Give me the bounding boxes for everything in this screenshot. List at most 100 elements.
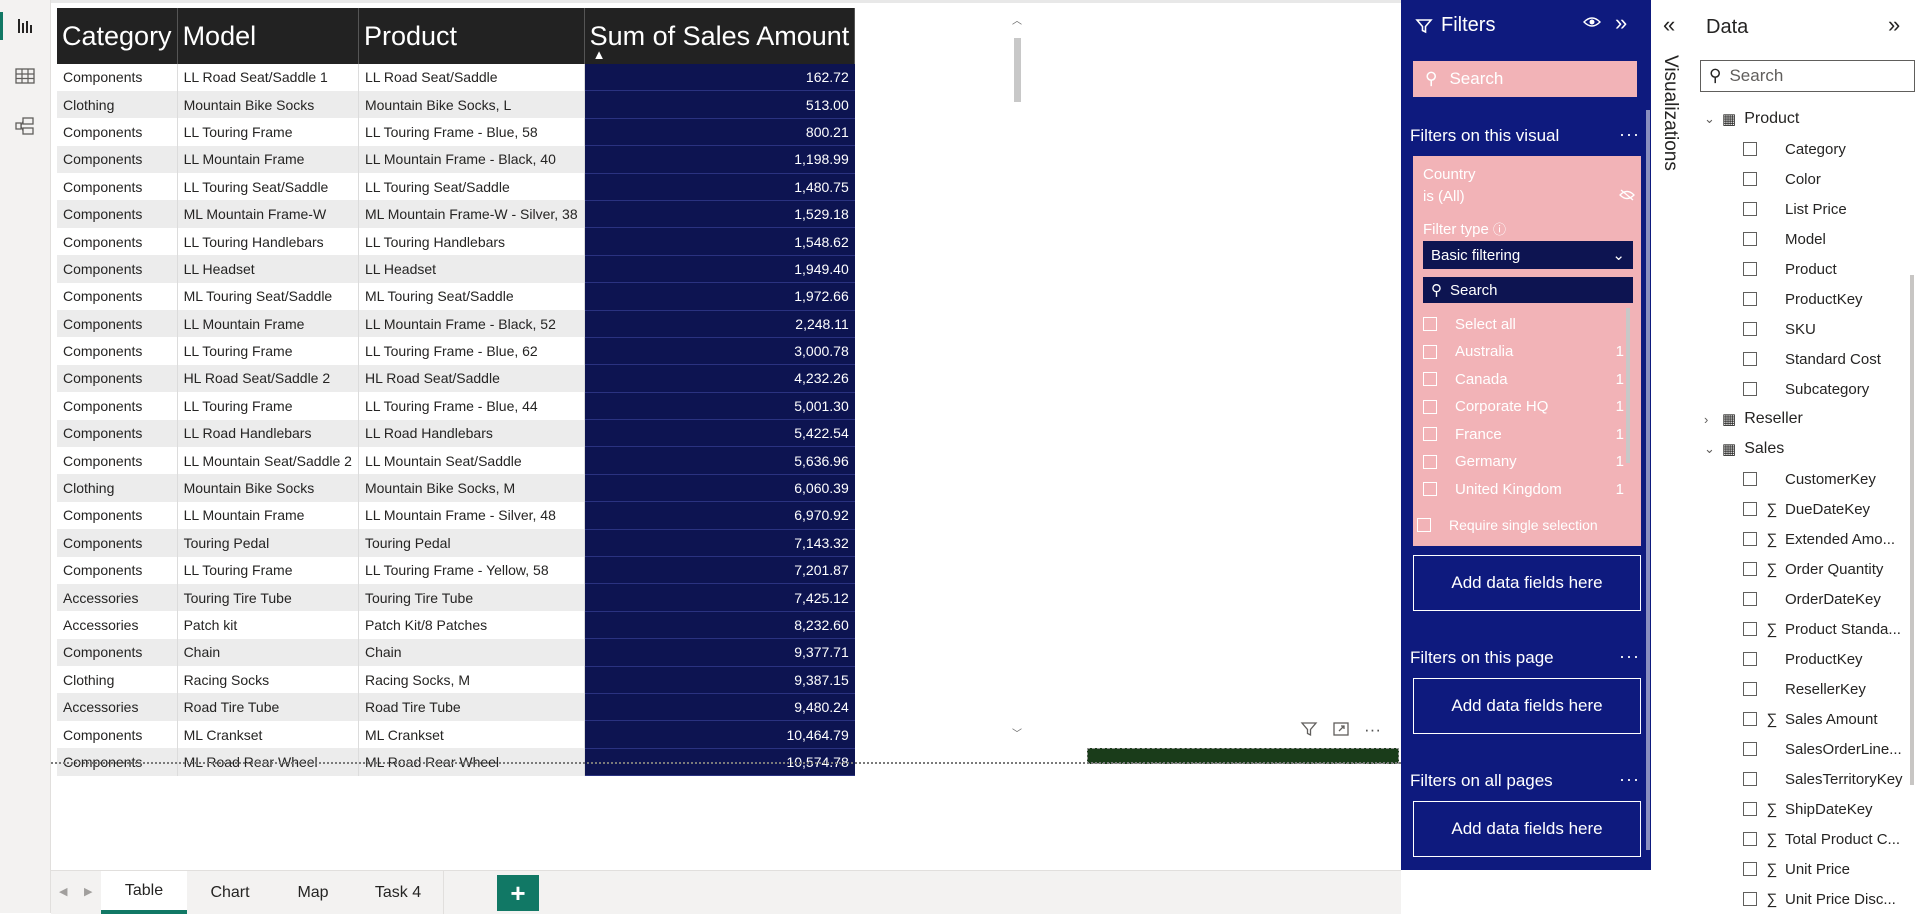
require-single-selection-checkbox[interactable]: Require single selection [1417, 513, 1617, 537]
table-row[interactable]: Clothing Racing Socks Racing Socks, M 9,387… [57, 666, 855, 694]
country-filter-card[interactable]: Country is (All) Filter type ⓘ Basic fil… [1413, 156, 1641, 546]
filter-icon[interactable] [1300, 720, 1318, 743]
collapse-data-icon[interactable]: » [1888, 12, 1900, 38]
data-field[interactable]: Color [1743, 168, 1821, 190]
table-row[interactable]: Components LL Mountain Frame LL Mountain F… [57, 145, 855, 174]
data-table-node[interactable]: ⌄ ▦ Product [1704, 108, 1799, 130]
page-tab-map[interactable]: Map [273, 871, 354, 914]
column-header-sum-of-sales-amount[interactable]: Sum of Sales Amount ▲ [584, 8, 856, 64]
checkbox[interactable] [1743, 232, 1757, 246]
data-field[interactable]: ∑ DueDateKey [1743, 498, 1870, 520]
data-field[interactable]: ∑ Product Standa... [1743, 618, 1901, 640]
checkbox[interactable] [1743, 862, 1757, 876]
scroll-tabs-left-icon[interactable]: ◀ [59, 885, 67, 898]
model-view-button[interactable] [0, 106, 50, 146]
focus-mode-icon[interactable] [1332, 720, 1350, 743]
data-field[interactable]: Model [1743, 228, 1826, 250]
table-row[interactable]: Components LL Mountain Frame LL Mountain F… [57, 310, 855, 338]
table-view-button[interactable] [0, 56, 50, 96]
checkbox[interactable] [1743, 202, 1757, 216]
checkbox[interactable] [1743, 712, 1757, 726]
data-field[interactable]: Subcategory [1743, 378, 1869, 400]
table-row[interactable]: Components LL Touring Frame LL Touring Fra… [57, 556, 855, 585]
data-field[interactable]: CustomerKey [1743, 468, 1876, 490]
data-field[interactable]: SalesTerritoryKey [1743, 768, 1903, 790]
data-field[interactable]: SalesOrderLine... [1743, 738, 1902, 760]
checkbox[interactable] [1743, 262, 1757, 276]
expand-visualizations-icon[interactable]: « [1663, 12, 1675, 38]
filter-item[interactable]: Select all [1423, 312, 1623, 336]
data-search-input[interactable]: ⚲ Search [1700, 60, 1915, 92]
table-row[interactable]: Components LL Mountain Seat/Saddle 2 LL Mo… [57, 446, 855, 475]
table-row[interactable]: Components LL Touring Handlebars LL Tourin… [57, 227, 855, 256]
data-field[interactable]: Product [1743, 258, 1837, 280]
data-field[interactable]: ProductKey [1743, 288, 1863, 310]
checkbox[interactable] [1743, 892, 1757, 906]
chevron-down-icon[interactable]: ⌄ [1704, 111, 1722, 127]
table-row[interactable]: Components LL Mountain Frame LL Mountain F… [57, 501, 855, 530]
table-row[interactable]: Components Touring Pedal Touring Pedal 7,14… [57, 529, 855, 558]
column-header-product[interactable]: Product [358, 8, 585, 64]
checkbox[interactable] [1743, 772, 1757, 786]
data-field[interactable]: ∑ ShipDateKey [1743, 798, 1873, 820]
report-view-button[interactable] [0, 6, 50, 46]
table-row[interactable]: Components LL Headset LL Headset 1,949.40 [57, 255, 855, 284]
checkbox[interactable] [1743, 682, 1757, 696]
table-vertical-scroll-thumb[interactable] [1014, 38, 1021, 102]
data-pane-scrollbar[interactable] [1910, 275, 1914, 785]
add-data-fields-page[interactable]: Add data fields here [1413, 678, 1641, 734]
data-field[interactable]: ResellerKey [1743, 678, 1866, 700]
chevron-down-icon[interactable]: ⌄ [1704, 441, 1722, 457]
filter-item[interactable]: United Kingdom 1 [1423, 477, 1624, 501]
table-row[interactable]: Components Chain Chain 9,377.71 [57, 638, 855, 667]
scroll-up-icon[interactable]: ︿ [1012, 12, 1022, 27]
visualizations-label[interactable]: Visualizations [1659, 55, 1681, 171]
data-field[interactable]: ∑ Extended Amo... [1743, 528, 1895, 550]
table-row[interactable]: Components LL Touring Frame LL Touring Fra… [57, 118, 855, 147]
data-field[interactable]: SKU [1743, 318, 1816, 340]
data-field[interactable]: List Price [1743, 198, 1847, 220]
filter-item[interactable]: Corporate HQ 1 [1423, 395, 1624, 419]
table-row[interactable]: Accessories Road Tire Tube Road Tire Tube 9… [57, 693, 855, 722]
filters-on-page-more-icon[interactable]: ··· [1619, 646, 1640, 667]
chevron-right-icon[interactable]: › [1704, 412, 1722, 427]
add-data-fields-visual[interactable]: Add data fields here [1413, 555, 1641, 611]
data-field[interactable]: Standard Cost [1743, 348, 1881, 370]
eye-icon[interactable] [1583, 14, 1601, 34]
checkbox[interactable] [1743, 562, 1757, 576]
table-visual[interactable]: Category Model Product Sum of Sales Amou… [57, 8, 856, 777]
checkbox[interactable] [1743, 622, 1757, 636]
checkbox[interactable] [1743, 532, 1757, 546]
table-row[interactable]: Components LL Road Seat/Saddle 1 LL Road S… [57, 64, 855, 92]
scroll-tabs-right-icon[interactable]: ▶ [84, 885, 92, 898]
table-row[interactable]: Clothing Mountain Bike Socks Mountain Bike… [57, 474, 855, 503]
checkbox[interactable] [1743, 322, 1757, 336]
filter-type-dropdown[interactable]: Basic filtering ⌄ [1423, 241, 1633, 269]
table-row[interactable]: Components LL Touring Frame LL Touring Fra… [57, 337, 855, 366]
filters-on-visual-more-icon[interactable]: ··· [1619, 124, 1640, 145]
checkbox[interactable] [1743, 382, 1757, 396]
checkbox[interactable] [1743, 172, 1757, 186]
table-row[interactable]: Components HL Road Seat/Saddle 2 HL Road S… [57, 364, 855, 393]
table-row[interactable]: Components LL Road Handlebars LL Road Hand… [57, 419, 855, 448]
data-table-node[interactable]: ⌄ ▦ Sales [1704, 438, 1784, 460]
checkbox[interactable] [1743, 652, 1757, 666]
filter-item[interactable]: France 1 [1423, 422, 1624, 446]
checkbox[interactable] [1743, 802, 1757, 816]
data-field[interactable]: ∑ Total Product C... [1743, 828, 1900, 850]
filters-pane-scrollbar[interactable] [1646, 110, 1650, 850]
checkbox[interactable] [1743, 352, 1757, 366]
page-tab-table[interactable]: Table [101, 871, 188, 914]
collapse-filters-icon[interactable]: » [1615, 10, 1627, 36]
data-table-node[interactable]: › ▦ Reseller [1704, 408, 1803, 430]
more-options-icon[interactable]: ··· [1364, 720, 1381, 743]
checkbox[interactable] [1743, 142, 1757, 156]
scroll-down-icon[interactable]: ﹀ [1012, 725, 1022, 740]
checkbox[interactable] [1743, 832, 1757, 846]
hide-eye-icon[interactable] [1619, 188, 1635, 205]
data-field[interactable]: Category [1743, 138, 1846, 160]
table-row[interactable]: Components LL Touring Seat/Saddle LL Touri… [57, 173, 855, 201]
data-field[interactable]: ∑ Order Quantity [1743, 558, 1883, 580]
table-row[interactable]: Components ML Touring Seat/Saddle ML Touri… [57, 282, 855, 311]
filter-list-search-input[interactable]: ⚲ Search [1423, 277, 1633, 303]
